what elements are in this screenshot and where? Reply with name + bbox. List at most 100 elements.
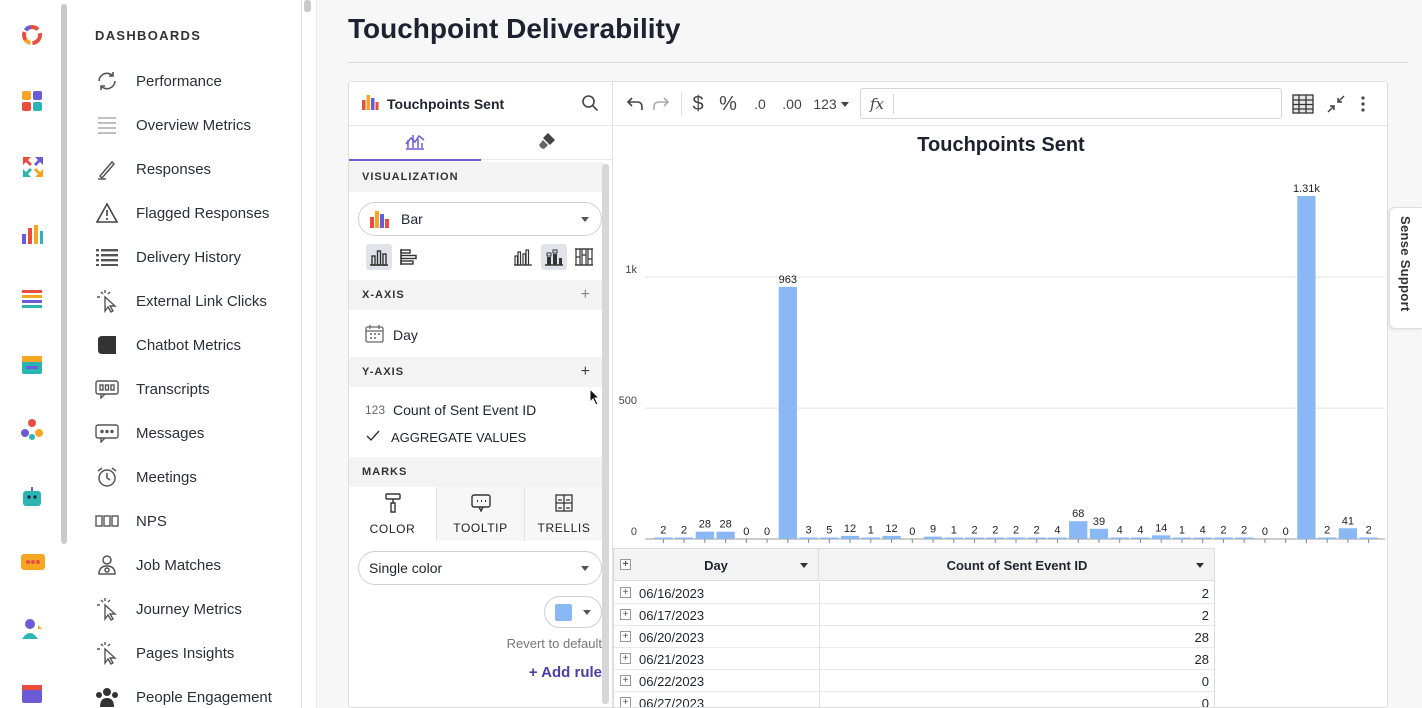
expand-row-icon[interactable]: + (620, 697, 631, 707)
data-label: 2 (971, 525, 977, 537)
expand-row-icon[interactable]: + (620, 609, 631, 620)
page-title: Touchpoint Deliverability (348, 13, 681, 44)
logo-icon[interactable] (20, 23, 46, 49)
nav-item-delivery-history[interactable]: Delivery History (94, 242, 294, 272)
decrease-decimal-button[interactable]: .0 (749, 92, 771, 116)
chart-bar (1297, 196, 1316, 539)
tab-color[interactable]: COLOR (349, 487, 437, 541)
bot-icon[interactable] (20, 485, 46, 511)
nav-item-flagged-responses[interactable]: Flagged Responses (94, 198, 294, 228)
aggregate-checkbox[interactable]: AGGREGATE VALUES (365, 428, 526, 447)
percent-button[interactable]: % (717, 92, 739, 116)
expand-row-icon[interactable]: + (620, 653, 631, 664)
currency-button[interactable]: $ (689, 92, 707, 116)
calendar-icon[interactable] (20, 352, 46, 378)
bar-chart-icon[interactable] (20, 222, 46, 248)
sense-support-tab[interactable]: Sense Support (1389, 207, 1422, 329)
table-row[interactable]: +06/20/2023 28 (614, 626, 1214, 648)
collapse-icon[interactable] (1325, 92, 1347, 116)
nav-item-performance[interactable]: Performance (94, 66, 294, 96)
nav-item-external-link-clicks[interactable]: External Link Clicks (94, 286, 294, 316)
tab-tooltip-label: TOOLTIP (453, 520, 508, 535)
table-cell-count: 0 (1201, 674, 1209, 689)
column-header-count[interactable]: Count of Sent Event ID (820, 549, 1214, 581)
bar-type-icon (369, 208, 391, 231)
nav-item-pages-insights[interactable]: Pages Insights (94, 638, 294, 668)
nav-item-overview-metrics[interactable]: Overview Metrics (94, 110, 294, 140)
table-row[interactable]: +06/27/2023 0 (614, 692, 1214, 707)
list-rail-icon[interactable] (20, 287, 46, 313)
table-cell-count: 2 (1201, 608, 1209, 623)
chevron-down-icon (840, 101, 849, 107)
nav-item-people-engagement[interactable]: People Engagement (94, 682, 294, 708)
cell-divider (819, 648, 820, 670)
nav-item-responses[interactable]: Responses (94, 154, 294, 184)
table-row[interactable]: +06/16/2023 2 (614, 582, 1214, 604)
chart-bar (1089, 528, 1109, 539)
number-format-label: 123 (813, 96, 837, 112)
increase-decimal-button[interactable]: .00 (779, 92, 805, 116)
search-icon[interactable] (581, 94, 599, 117)
nav-title: DASHBOARDS (95, 28, 202, 43)
data-label: 2 (1324, 525, 1330, 537)
y-axis-field[interactable]: 123 Count of Sent Event ID (365, 402, 536, 418)
number-format-button[interactable]: 123 (811, 92, 851, 116)
full-stacked-bar-button[interactable] (571, 244, 597, 270)
expand-row-icon[interactable]: + (620, 587, 631, 598)
formula-bar[interactable]: fx (860, 88, 1282, 119)
table-row[interactable]: +06/17/2023 2 (614, 604, 1214, 626)
tooltip-icon (470, 493, 491, 521)
grouped-bar-button[interactable] (510, 244, 536, 270)
tab-visualize[interactable] (349, 126, 481, 161)
color-mode-select[interactable]: Single color (358, 551, 602, 585)
expand-row-icon[interactable]: + (620, 675, 631, 686)
table-view-icon[interactable] (1291, 92, 1315, 116)
column-header-day[interactable]: Day (614, 549, 819, 581)
nav-item-label: Chatbot Metrics (136, 336, 242, 354)
user-icon[interactable] (20, 617, 46, 643)
revert-to-default-link[interactable]: Revert to default (507, 636, 602, 651)
visualization-section: VISUALIZATION (349, 162, 603, 192)
nav-item-nps[interactable]: NPS (94, 506, 294, 536)
redo-icon[interactable] (651, 92, 671, 116)
nav-item-transcripts[interactable]: Transcripts (94, 374, 294, 404)
x-axis-field[interactable]: Day (365, 324, 418, 346)
add-rule-button[interactable]: + Add rule (529, 664, 602, 681)
color-picker-button[interactable] (544, 596, 602, 628)
people-icon (94, 684, 120, 708)
nav-item-messages[interactable]: Messages (94, 418, 294, 448)
nav-item-job-matches[interactable]: Job Matches (94, 550, 294, 580)
pencil-icon (94, 156, 120, 182)
viz-type-select[interactable]: Bar (358, 202, 602, 236)
panel-scrollbar[interactable] (602, 164, 609, 704)
table-row[interactable]: +06/21/2023 28 (614, 648, 1214, 670)
user-match-icon (94, 552, 120, 578)
tab-trellis[interactable]: TRELLIS (525, 487, 603, 541)
tab-trellis-label: TRELLIS (537, 520, 591, 535)
tab-format[interactable] (481, 126, 613, 160)
undo-icon[interactable] (625, 92, 645, 116)
formula-divider (893, 94, 894, 114)
network-icon[interactable] (20, 418, 46, 444)
vertical-bar-button[interactable] (366, 244, 392, 270)
stacked-bar-button[interactable] (541, 244, 567, 270)
dashboard-grid-icon[interactable] (20, 89, 46, 115)
horizontal-bar-button[interactable] (397, 244, 423, 270)
arrows-icon[interactable] (20, 154, 46, 180)
add-x-icon[interactable]: + (581, 286, 591, 304)
expand-row-icon[interactable]: + (620, 631, 631, 642)
table-row[interactable]: +06/22/2023 0 (614, 670, 1214, 692)
data-label: 2 (681, 525, 687, 537)
data-label: 4 (1200, 525, 1206, 537)
tab-tooltip[interactable]: TOOLTIP (437, 487, 525, 541)
window-icon[interactable] (20, 682, 46, 708)
nav-scrollbar[interactable] (304, 0, 311, 12)
add-y-icon[interactable]: + (581, 363, 591, 381)
nav-item-journey-metrics[interactable]: Journey Metrics (94, 594, 294, 624)
chat-icon[interactable] (20, 551, 46, 577)
chart-bar (923, 536, 943, 539)
rail-scrollbar[interactable] (61, 4, 67, 544)
nav-item-meetings[interactable]: Meetings (94, 462, 294, 492)
more-options-icon[interactable] (1357, 92, 1369, 116)
nav-item-chatbot-metrics[interactable]: Chatbot Metrics (94, 330, 294, 360)
